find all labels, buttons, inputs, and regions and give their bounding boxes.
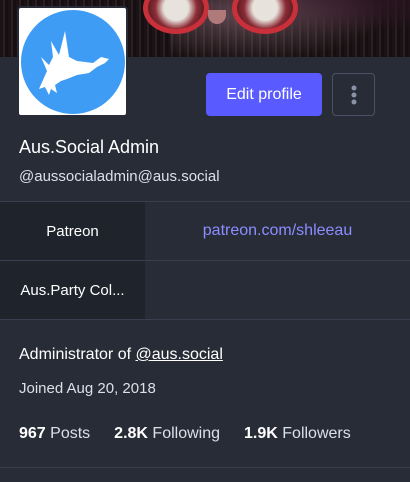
vertical-ellipsis-icon bbox=[351, 85, 356, 104]
display-name: Aus.Social Admin bbox=[19, 137, 160, 157]
field-name: Patreon bbox=[0, 202, 145, 260]
account-handle: @aussocialadmin@aus.social bbox=[19, 168, 220, 185]
followers-count: 1.9K bbox=[244, 425, 278, 442]
avatar[interactable] bbox=[17, 6, 128, 117]
posts-stat[interactable]: 967 Posts bbox=[19, 425, 90, 443]
bio-mention-link[interactable]: @aus.social bbox=[135, 346, 222, 363]
following-count: 2.8K bbox=[114, 425, 148, 442]
field-value-link[interactable]: patreon.com/shleeau bbox=[145, 202, 410, 260]
profile-fields: Patreon patreon.com/shleeau Aus.Party Co… bbox=[0, 201, 410, 320]
field-value bbox=[145, 261, 410, 319]
posts-label: Posts bbox=[50, 425, 91, 442]
field-name: Aus.Party Col... bbox=[0, 261, 145, 319]
followers-stat[interactable]: 1.9K Followers bbox=[244, 425, 351, 443]
joined-date: Joined Aug 20, 2018 bbox=[19, 380, 156, 397]
following-label: Following bbox=[152, 425, 221, 442]
profile-field-row: Patreon patreon.com/shleeau bbox=[0, 201, 410, 260]
goose-logo-icon bbox=[38, 30, 109, 95]
profile-stats: 967 Posts 2.8K Following 1.9K Followers bbox=[19, 425, 375, 443]
profile-field-row: Aus.Party Col... bbox=[0, 260, 410, 320]
posts-count: 967 bbox=[19, 425, 46, 442]
following-stat[interactable]: 2.8K Following bbox=[114, 425, 220, 443]
profile-bio: Administrator of @aus.social bbox=[19, 346, 223, 364]
tab-bar-area bbox=[0, 468, 410, 482]
followers-label: Followers bbox=[282, 425, 351, 442]
more-options-button[interactable] bbox=[332, 73, 375, 116]
bio-text: Administrator of bbox=[19, 346, 136, 363]
edit-profile-button[interactable]: Edit profile bbox=[206, 73, 322, 116]
